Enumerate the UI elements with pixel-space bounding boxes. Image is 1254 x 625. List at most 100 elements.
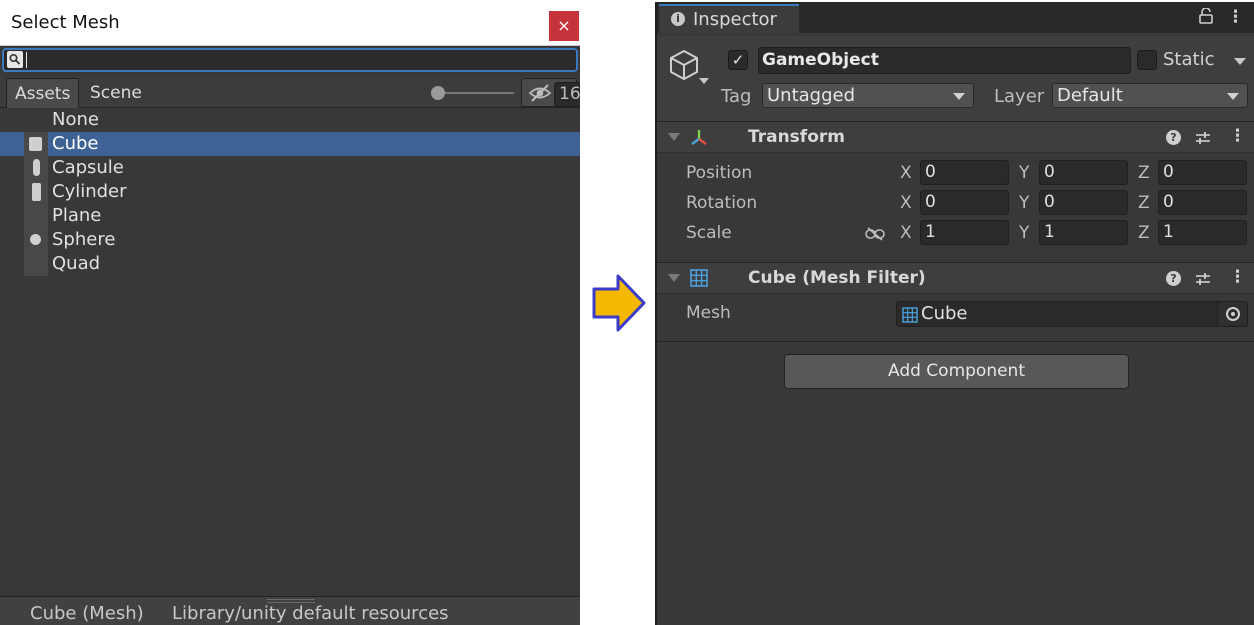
close-button[interactable]: ×	[549, 11, 579, 41]
foldout-arrow-icon[interactable]	[668, 274, 680, 282]
static-checkbox[interactable]	[1137, 50, 1157, 70]
status-selection: Cube (Mesh)	[30, 603, 144, 624]
divider	[657, 341, 1254, 342]
window-title: Select Mesh	[11, 12, 120, 33]
hidden-count: 16	[554, 82, 580, 107]
list-item-label: Cylinder	[52, 181, 127, 202]
presets-icon[interactable]	[1195, 130, 1211, 151]
list-item-cube[interactable]: Cube	[0, 132, 580, 156]
list-item-plane[interactable]: Plane	[0, 204, 580, 228]
component-menu-icon[interactable]: ⋮	[1229, 126, 1246, 146]
axis-y-label[interactable]: Y	[1019, 193, 1029, 213]
axis-x-label[interactable]: X	[900, 223, 912, 243]
cylinder-thumbnail-icon	[24, 180, 48, 204]
layer-dropdown[interactable]: Default	[1052, 83, 1248, 108]
layer-value: Default	[1057, 85, 1123, 106]
select-mesh-window: Select Mesh × Assets Scene 16 None Cube …	[0, 0, 580, 625]
tag-label: Tag	[721, 86, 752, 107]
preview-size-slider[interactable]	[438, 92, 514, 94]
rotation-z-field[interactable]: 0	[1158, 190, 1247, 215]
tag-dropdown[interactable]: Untagged	[762, 83, 974, 108]
visibility-toggle-button[interactable]: 16	[521, 78, 580, 108]
static-dropdown-arrow[interactable]	[1234, 58, 1246, 65]
inspector-panel: i Inspector ⋮ ✓ GameObject Static Tag Un…	[655, 2, 1254, 625]
quad-thumbnail-icon	[24, 252, 48, 276]
mesh-label: Mesh	[686, 303, 731, 323]
status-bar: Cube (Mesh) Library/unity default resour…	[0, 596, 580, 625]
lock-icon[interactable]	[1199, 7, 1213, 28]
position-z-field[interactable]: 0	[1158, 160, 1247, 185]
unlink-scale-icon[interactable]	[865, 226, 885, 246]
search-input[interactable]	[2, 48, 578, 72]
presets-icon[interactable]	[1195, 271, 1211, 292]
eye-hidden-icon	[528, 83, 552, 108]
tab-scene[interactable]: Scene	[82, 78, 150, 108]
help-icon[interactable]: ?	[1166, 130, 1181, 145]
list-item-label: Capsule	[52, 157, 124, 178]
scale-label: Scale	[686, 223, 732, 243]
static-label: Static	[1163, 49, 1215, 70]
text-caret	[26, 52, 27, 68]
mesh-icon	[902, 307, 918, 328]
component-menu-icon[interactable]: ⋮	[1229, 267, 1246, 287]
foldout-arrow-icon[interactable]	[668, 133, 680, 141]
list-item-label: Cube	[52, 133, 99, 154]
component-title: Cube (Mesh Filter)	[748, 268, 926, 288]
more-options-icon[interactable]: ⋮	[1227, 7, 1244, 27]
scale-z-field[interactable]: 1	[1158, 220, 1247, 245]
list-item-label: None	[52, 109, 99, 130]
axis-z-label[interactable]: Z	[1138, 223, 1150, 243]
object-picker-button[interactable]	[1217, 302, 1247, 326]
list-item-cylinder[interactable]: Cylinder	[0, 180, 580, 204]
gameobject-cube-icon[interactable]	[667, 48, 701, 87]
chevron-down-icon	[1227, 93, 1239, 100]
sphere-thumbnail-icon	[24, 228, 48, 252]
help-icon[interactable]: ?	[1166, 271, 1181, 286]
mesh-filter-header[interactable]: Cube (Mesh Filter) ? ⋮	[657, 262, 1254, 294]
position-label: Position	[686, 163, 753, 183]
position-y-field[interactable]: 0	[1039, 160, 1128, 185]
right-arrow-icon	[592, 274, 646, 332]
icon-dropdown-arrow[interactable]	[699, 78, 709, 84]
active-checkbox[interactable]: ✓	[728, 50, 748, 70]
mesh-value: Cube	[921, 303, 968, 324]
tab-inspector-label: Inspector	[693, 9, 777, 30]
scale-x-field[interactable]: 1	[920, 220, 1009, 245]
mesh-filter-icon	[689, 268, 709, 293]
capsule-thumbnail-icon	[24, 156, 48, 180]
tab-inspector[interactable]: i Inspector	[659, 4, 799, 33]
list-item-label: Plane	[52, 205, 102, 226]
axis-y-label[interactable]: Y	[1019, 163, 1029, 183]
list-item-none[interactable]: None	[0, 108, 580, 132]
status-path: Library/unity default resources	[172, 603, 449, 624]
search-icon[interactable]	[7, 51, 23, 68]
mesh-object-field[interactable]: Cube	[896, 301, 1248, 327]
add-component-button[interactable]: Add Component	[784, 354, 1129, 389]
scale-y-field[interactable]: 1	[1039, 220, 1128, 245]
list-item-sphere[interactable]: Sphere	[0, 228, 580, 252]
axis-z-label[interactable]: Z	[1138, 193, 1150, 213]
info-icon: i	[671, 12, 685, 26]
axis-x-label[interactable]: X	[900, 163, 912, 183]
axis-z-label[interactable]: Z	[1138, 163, 1150, 183]
component-title: Transform	[748, 127, 845, 147]
rotation-y-field[interactable]: 0	[1039, 190, 1128, 215]
tab-assets[interactable]: Assets	[6, 78, 80, 108]
list-item-label: Quad	[52, 253, 101, 274]
slider-handle[interactable]	[431, 86, 445, 100]
layer-label: Layer	[994, 86, 1045, 107]
list-item-label: Sphere	[52, 229, 116, 250]
transform-header[interactable]: Transform ? ⋮	[657, 121, 1254, 153]
axis-x-label[interactable]: X	[900, 193, 912, 213]
axis-y-label[interactable]: Y	[1019, 223, 1029, 243]
cube-thumbnail-icon	[24, 132, 48, 156]
plane-thumbnail-icon	[24, 204, 48, 228]
position-x-field[interactable]: 0	[920, 160, 1009, 185]
list-item-quad[interactable]: Quad	[0, 252, 580, 276]
inspector-tab-bar: i Inspector ⋮	[657, 2, 1254, 33]
gameobject-header: ✓ GameObject Static Tag Untagged Layer D…	[657, 36, 1254, 122]
rotation-label: Rotation	[686, 193, 758, 213]
rotation-x-field[interactable]: 0	[920, 190, 1009, 215]
list-item-capsule[interactable]: Capsule	[0, 156, 580, 180]
gameobject-name-field[interactable]: GameObject	[758, 47, 1131, 74]
